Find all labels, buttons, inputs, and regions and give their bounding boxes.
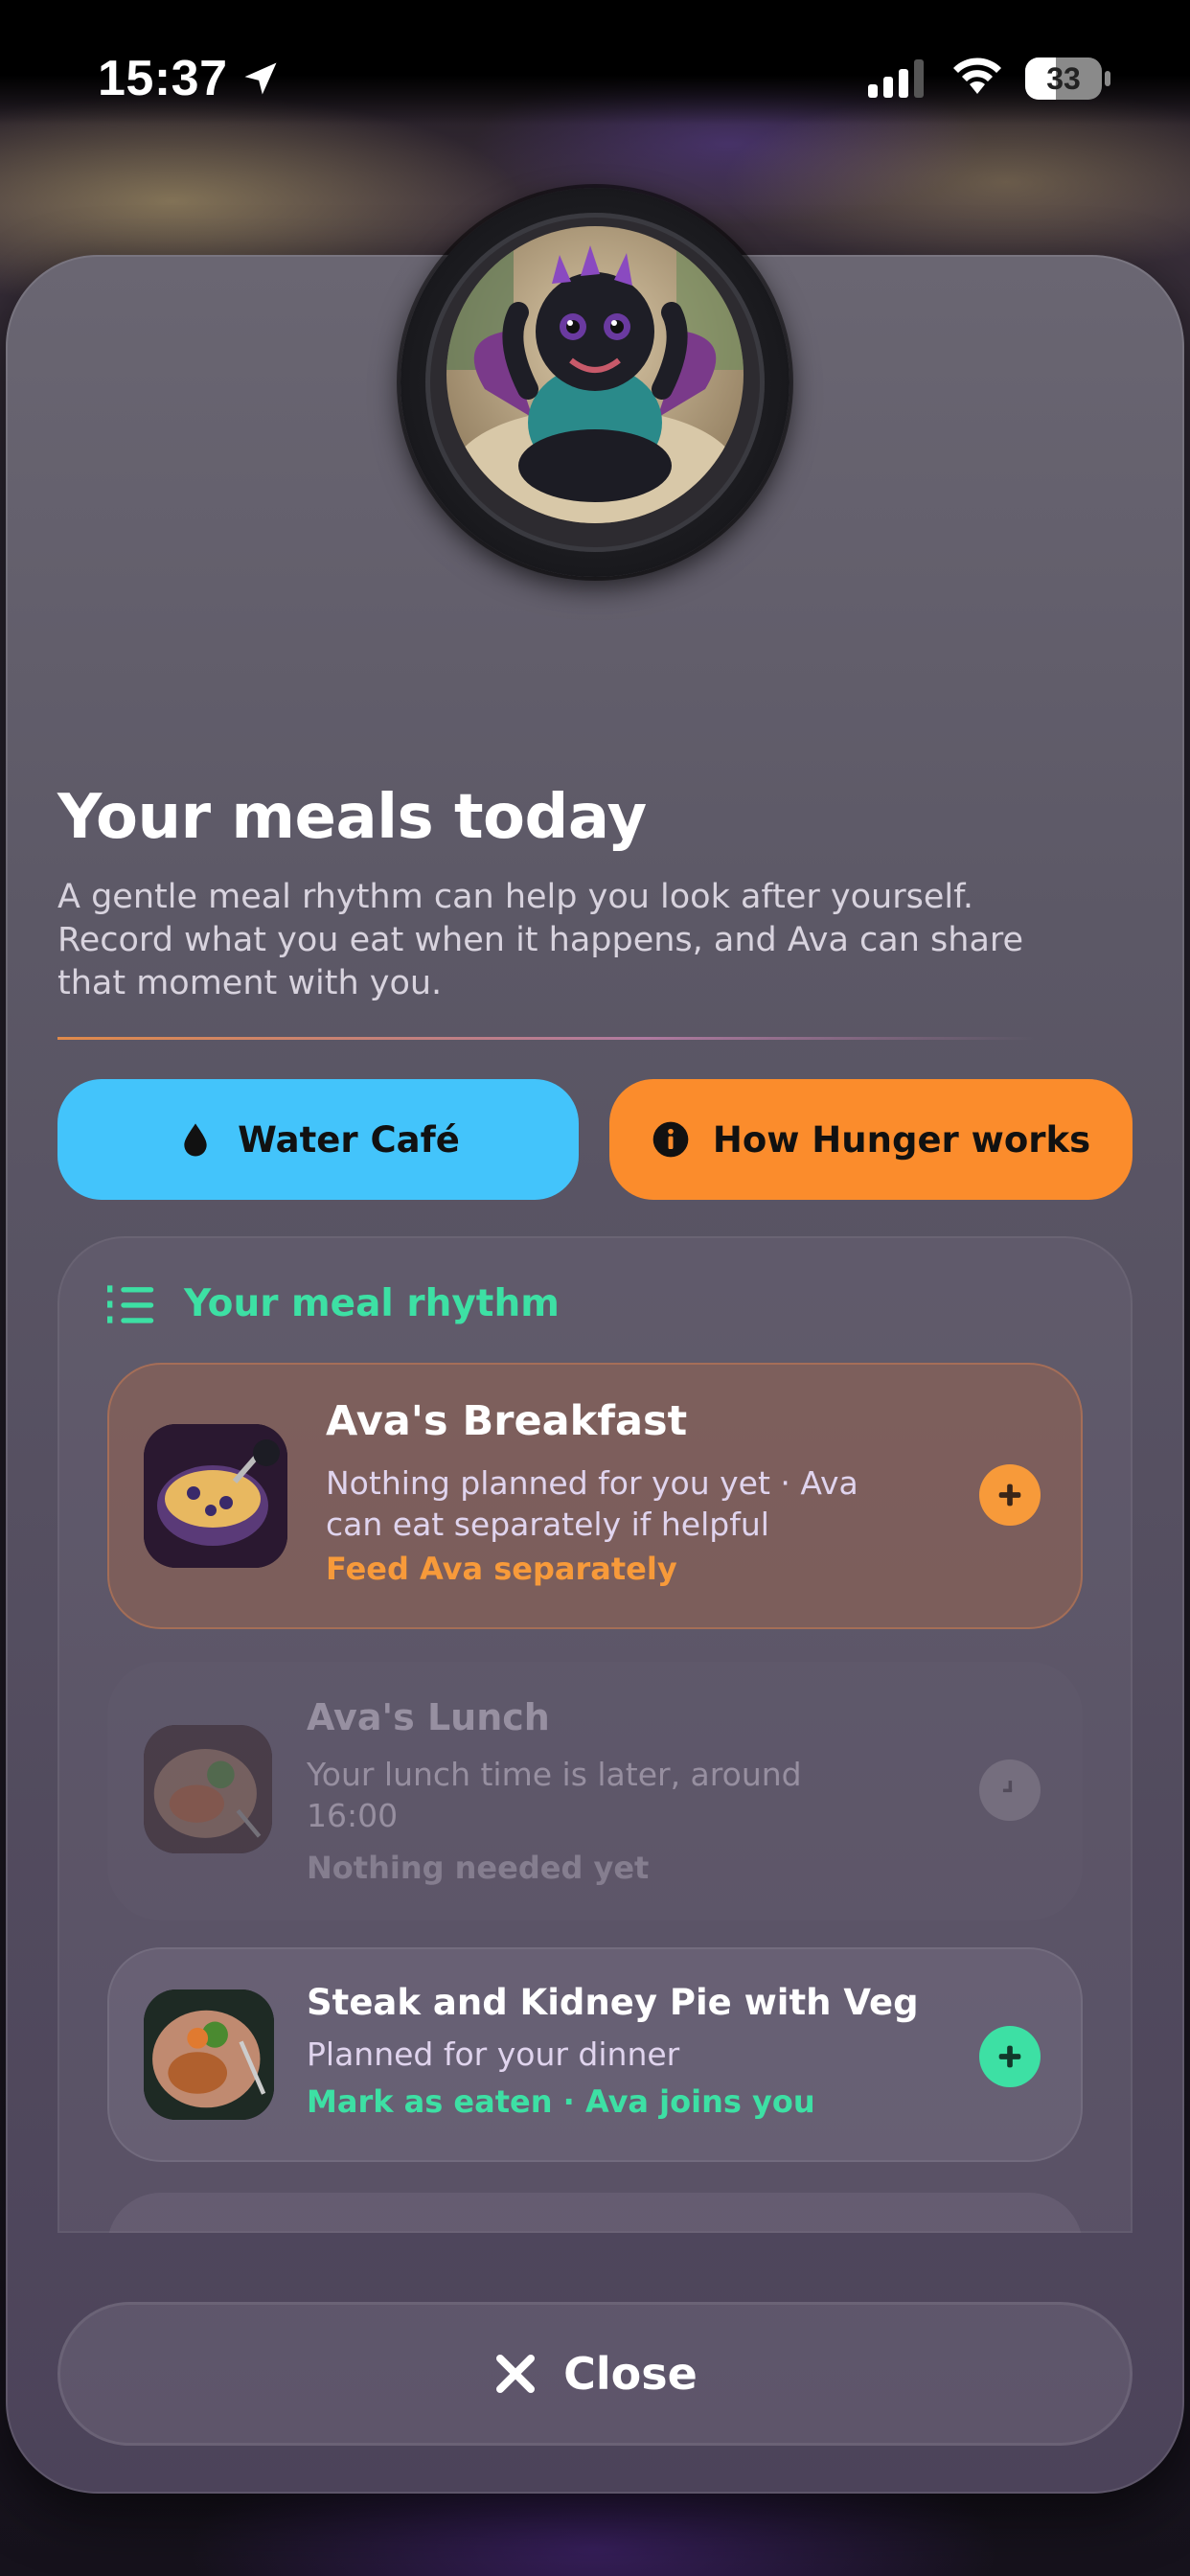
status-time: 15:37 bbox=[98, 51, 228, 106]
how-hunger-works-button[interactable]: How Hunger works bbox=[609, 1079, 1133, 1200]
plus-icon bbox=[998, 2045, 1021, 2068]
plus-icon bbox=[998, 1484, 1021, 1506]
meal-rhythm-header: Your meal rhythm bbox=[107, 1282, 560, 1325]
how-hunger-works-label: How Hunger works bbox=[712, 1118, 1091, 1161]
lunch-plate-image bbox=[144, 1725, 272, 1853]
meal-rhythm-title: Your meal rhythm bbox=[184, 1282, 560, 1325]
meal-action-label: Mark as eaten · Ava joins you bbox=[307, 2083, 815, 2120]
battery-level: 33 bbox=[1046, 61, 1081, 96]
meal-card-partial bbox=[107, 2193, 1083, 2233]
close-button[interactable]: Close bbox=[57, 2302, 1133, 2446]
page-title: Your meals today bbox=[57, 782, 647, 853]
dinner-plate-image bbox=[144, 1990, 274, 2120]
info-icon bbox=[652, 1121, 689, 1158]
meal-title: Ava's Lunch bbox=[307, 1696, 550, 1738]
divider bbox=[57, 1037, 1035, 1040]
avatar-dragon-image bbox=[446, 226, 744, 523]
water-cafe-label: Water Café bbox=[238, 1118, 460, 1161]
water-cafe-button[interactable]: Water Café bbox=[57, 1079, 579, 1200]
cellular-signal-icon bbox=[868, 59, 924, 98]
location-arrow-icon bbox=[244, 62, 277, 95]
water-drop-icon bbox=[184, 1123, 207, 1157]
add-breakfast-button[interactable] bbox=[979, 1464, 1041, 1526]
meal-action-label: Feed Ava separately bbox=[326, 1551, 677, 1587]
close-icon bbox=[496, 2355, 536, 2393]
wifi-icon bbox=[953, 58, 1001, 94]
meal-description: Your lunch time is later, around 16:00 bbox=[307, 1756, 802, 1834]
close-label: Close bbox=[563, 2348, 698, 2400]
meal-card-breakfast[interactable]: Ava's Breakfast Nothing planned for you … bbox=[107, 1363, 1083, 1629]
page-subtitle: A gentle meal rhythm can help you look a… bbox=[57, 878, 1024, 1002]
meal-description: Planned for your dinner bbox=[307, 2036, 680, 2073]
clock-icon bbox=[1002, 1781, 1013, 1793]
meal-rhythm-card: Your meal rhythm Ava's Breakfast Nothing… bbox=[57, 1236, 1133, 2233]
meal-action-label: Nothing needed yet bbox=[307, 1850, 650, 1886]
meal-title: Ava's Breakfast bbox=[326, 1397, 688, 1445]
meal-description: Nothing planned for you yet · Ava can ea… bbox=[326, 1464, 858, 1543]
meal-card-lunch: Ava's Lunch Your lunch time is later, ar… bbox=[107, 1662, 1083, 1920]
lunch-scheduled-indicator bbox=[979, 1760, 1041, 1821]
numbered-list-icon bbox=[107, 1284, 154, 1323]
status-bar: 15:37 33 bbox=[0, 0, 1190, 125]
breakfast-bowl-image bbox=[144, 1424, 287, 1568]
meal-card-dinner[interactable]: Steak and Kidney Pie with Veg Planned fo… bbox=[107, 1947, 1083, 2162]
meal-title: Steak and Kidney Pie with Veg bbox=[307, 1982, 919, 2023]
mark-dinner-eaten-button[interactable] bbox=[979, 2026, 1041, 2087]
